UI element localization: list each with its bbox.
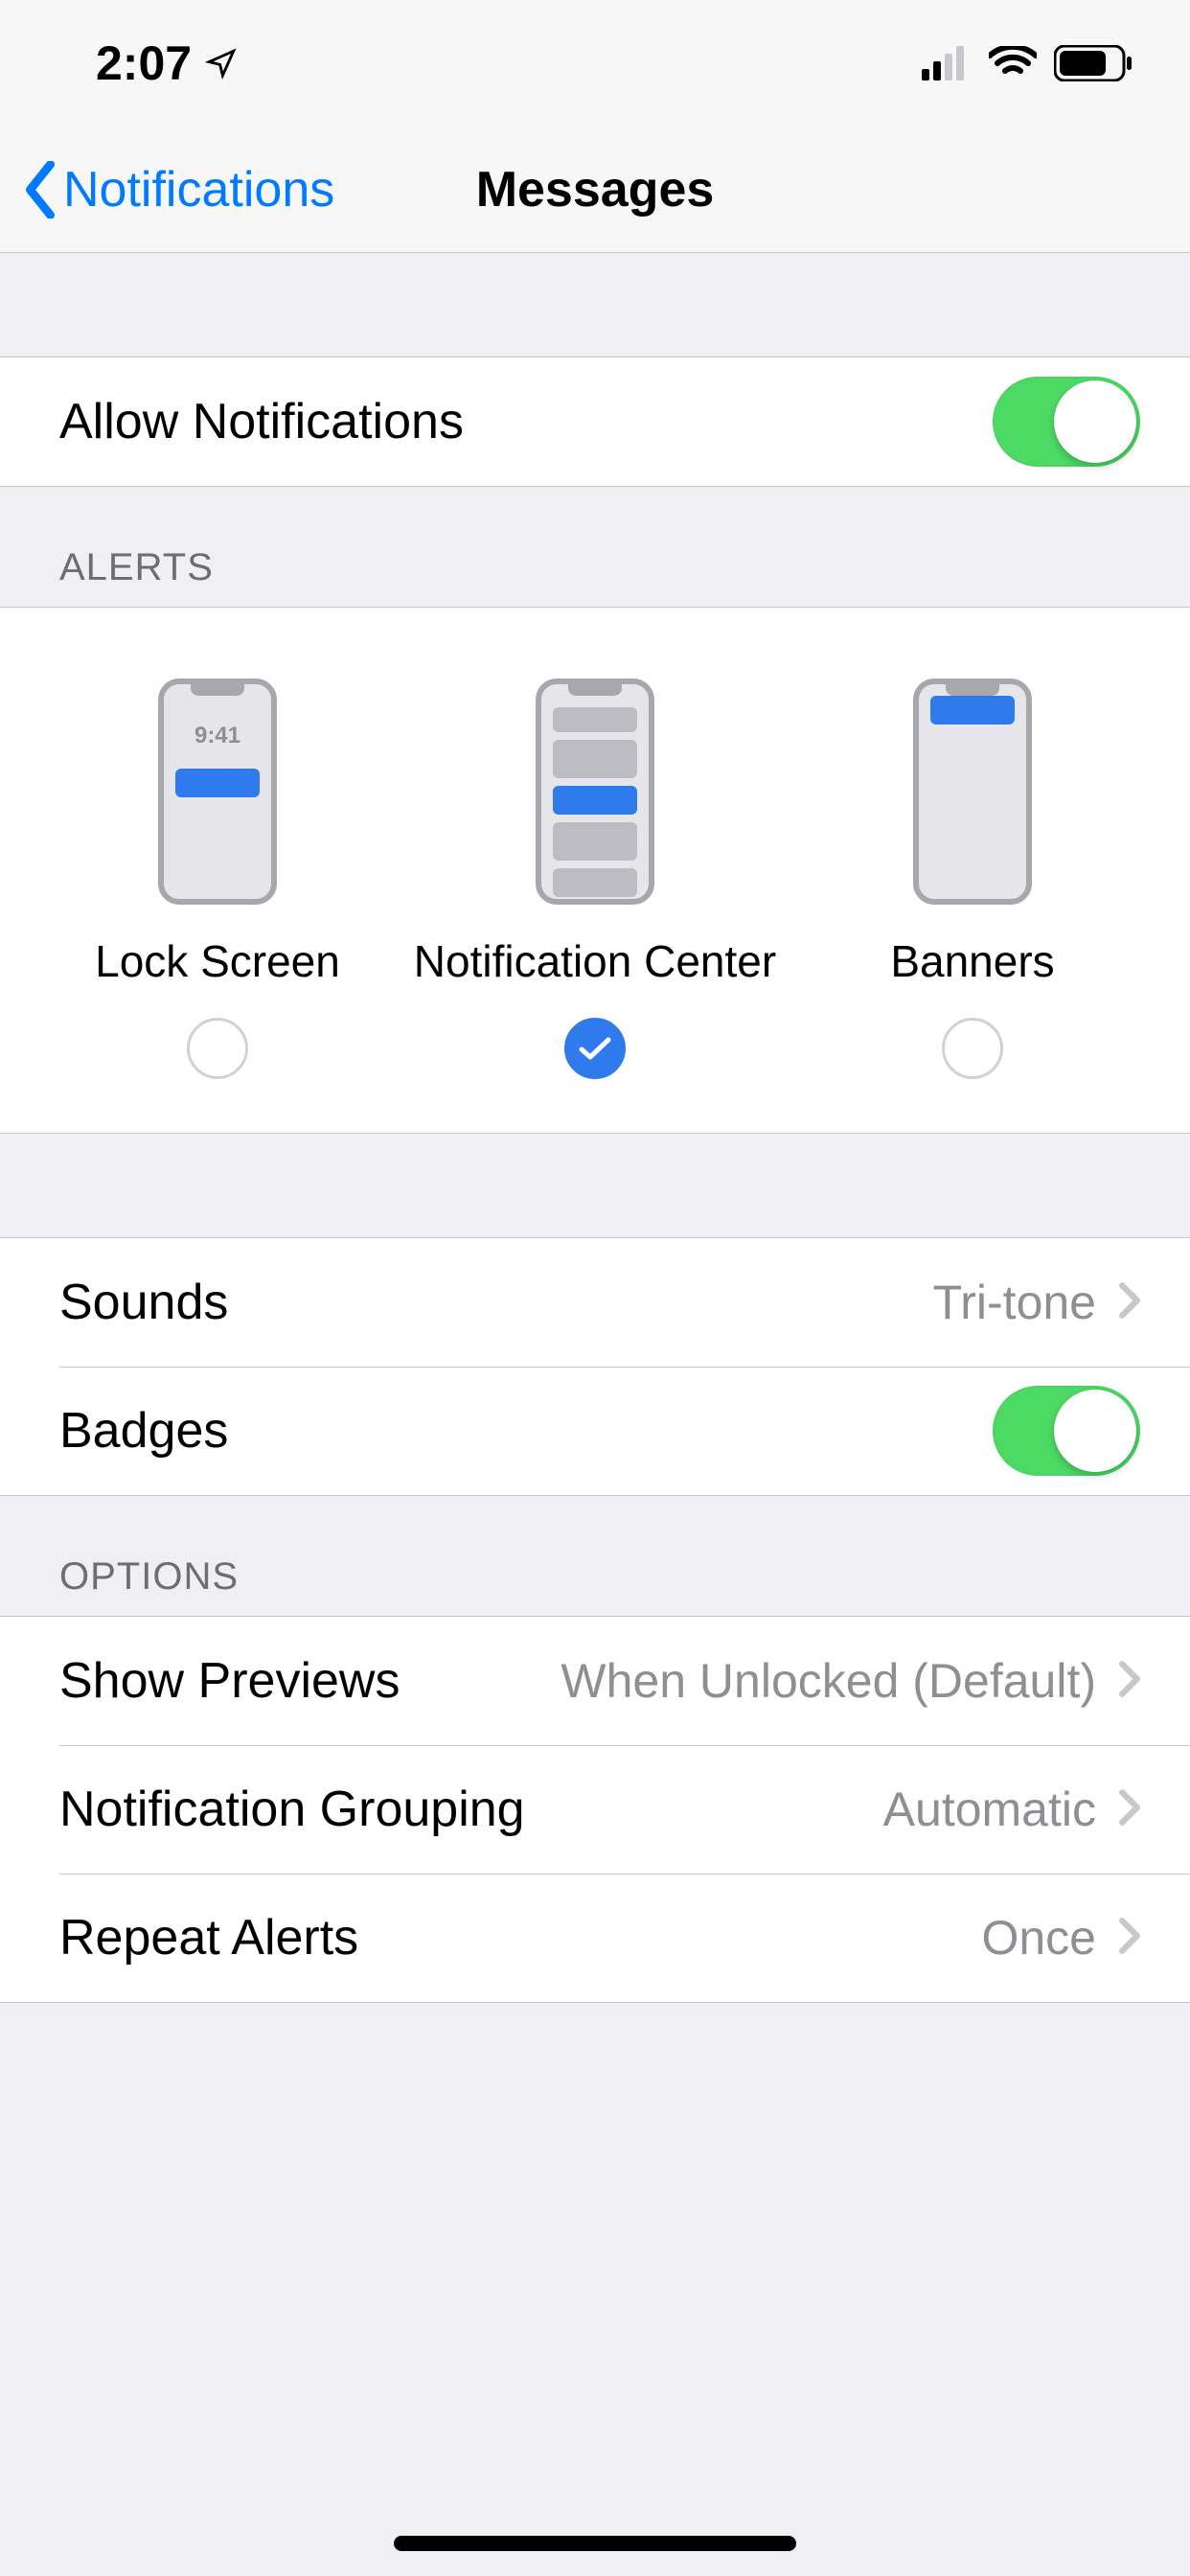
chevron-right-icon [1119, 1789, 1140, 1830]
show-previews-row[interactable]: Show Previews When Unlocked (Default) [0, 1617, 1190, 1745]
allow-toggle[interactable] [993, 377, 1140, 467]
repeat-alerts-row[interactable]: Repeat Alerts Once [0, 1874, 1190, 2002]
options-group: Show Previews When Unlocked (Default) No… [0, 1616, 1190, 2003]
notification-grouping-row[interactable]: Notification Grouping Automatic [0, 1745, 1190, 1874]
alert-check[interactable] [942, 1018, 1003, 1079]
alerts-panel: 9:41 Lock Screen Notification Center [0, 607, 1190, 1134]
chevron-left-icon [23, 161, 57, 218]
notification-center-preview-icon [536, 678, 654, 905]
home-indicator[interactable] [394, 2536, 796, 2551]
row-label: Show Previews [59, 1652, 400, 1710]
nav-bar: Notifications Messages [0, 126, 1190, 253]
alert-check[interactable] [187, 1018, 248, 1079]
banners-preview-icon [913, 678, 1032, 905]
section-spacer [0, 253, 1190, 356]
row-value: Automatic [883, 1782, 1096, 1837]
alert-label: Notification Center [414, 935, 776, 987]
alert-label: Banners [890, 935, 1054, 987]
allow-label: Allow Notifications [59, 393, 464, 450]
lock-screen-preview-icon: 9:41 [158, 678, 277, 905]
back-label: Notifications [63, 161, 334, 218]
chevron-right-icon [1119, 1661, 1140, 1702]
badges-toggle[interactable] [993, 1386, 1140, 1476]
allow-group: Allow Notifications [0, 356, 1190, 487]
section-spacer [0, 1134, 1190, 1237]
row-label: Notification Grouping [59, 1781, 525, 1838]
sounds-value: Tri-tone [933, 1275, 1096, 1330]
sounds-row[interactable]: Sounds Tri-tone [0, 1238, 1190, 1367]
location-icon [205, 35, 238, 91]
chevron-right-icon [1119, 1918, 1140, 1959]
options-header: OPTIONS [0, 1496, 1190, 1616]
allow-notifications-row[interactable]: Allow Notifications [0, 357, 1190, 486]
row-label: Repeat Alerts [59, 1909, 358, 1966]
row-value: Once [981, 1910, 1096, 1966]
badges-label: Badges [59, 1402, 228, 1460]
lock-preview-time: 9:41 [164, 723, 271, 749]
cellular-icon [922, 46, 972, 80]
alert-check[interactable] [564, 1018, 626, 1079]
alert-option-banners[interactable]: Banners [784, 678, 1161, 1079]
sounds-label: Sounds [59, 1274, 228, 1331]
alert-option-lock-screen[interactable]: 9:41 Lock Screen [29, 678, 406, 1079]
back-button[interactable]: Notifications [0, 161, 334, 218]
alert-label: Lock Screen [95, 935, 340, 987]
battery-icon [1054, 45, 1133, 81]
status-bar: 2:07 [0, 0, 1190, 126]
badges-row[interactable]: Badges [0, 1367, 1190, 1495]
sounds-badges-group: Sounds Tri-tone Badges [0, 1237, 1190, 1496]
chevron-right-icon [1119, 1282, 1140, 1323]
row-value: When Unlocked (Default) [561, 1653, 1096, 1709]
status-time: 2:07 [96, 35, 192, 91]
alerts-header: ALERTS [0, 487, 1190, 607]
alert-option-notification-center[interactable]: Notification Center [406, 678, 784, 1079]
wifi-icon [989, 46, 1037, 80]
